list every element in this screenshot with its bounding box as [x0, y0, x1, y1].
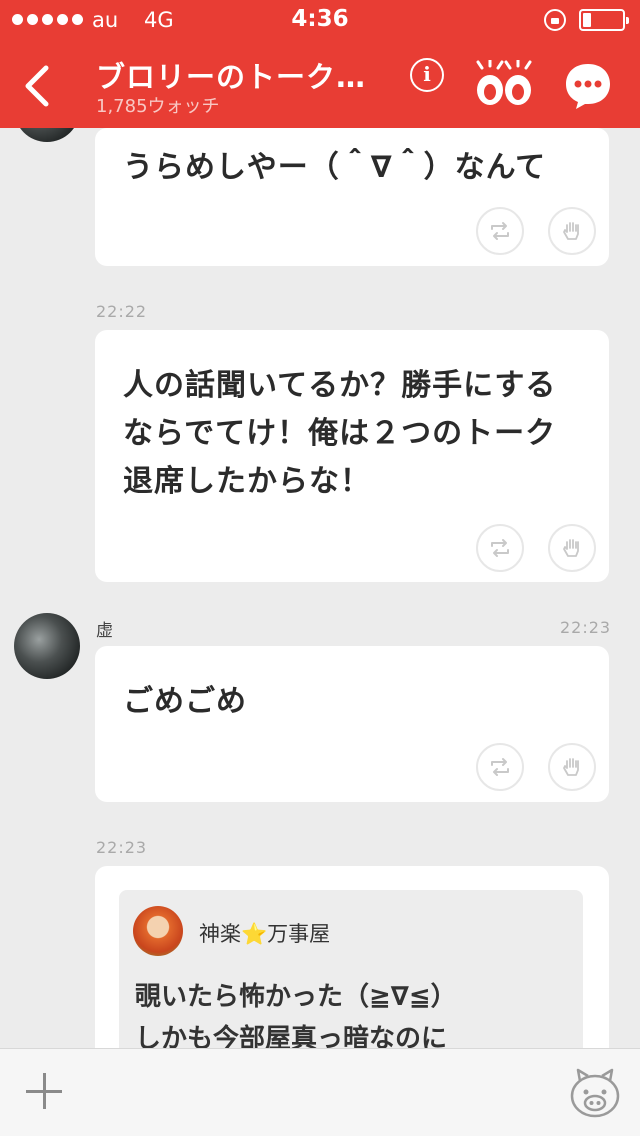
message-card: ごめごめ [95, 646, 609, 802]
like-button[interactable] [548, 207, 596, 255]
eyes-icon [476, 58, 532, 105]
chat-button[interactable] [562, 60, 614, 112]
back-button[interactable] [16, 62, 60, 110]
stamp-button[interactable] [568, 1067, 622, 1119]
info-icon[interactable]: i [410, 58, 444, 92]
status-bar: au 4G 4:36 [0, 0, 640, 40]
hand-icon [563, 222, 579, 240]
hand-icon [563, 758, 579, 776]
avatar[interactable] [14, 613, 80, 679]
repost-button[interactable] [476, 524, 524, 572]
message-timestamp: 22:23 [560, 618, 612, 637]
message-feed[interactable]: うらめしやー（＾∇＾）なんて 22:22 人の話聞いてるか？勝手にするならでてけ… [0, 128, 640, 1048]
watch-button[interactable] [472, 58, 536, 110]
sender-name: 虚 [96, 621, 113, 641]
chevron-left-icon [25, 65, 49, 107]
quoted-text: 覗いたら怖かった（≧∇≦） しかも今部屋真っ暗なのに [135, 982, 457, 1048]
message-timestamp: 22:22 [96, 302, 148, 321]
page-title: ブロリーのトーク… [96, 60, 367, 94]
message-timestamp: 22:23 [96, 838, 148, 857]
message-card: 人の話聞いてるか？勝手にするならでてけ！俺は２つのトーク退席したからな！ [95, 330, 609, 582]
plus-icon[interactable] [26, 1073, 62, 1109]
battery-icon [579, 9, 629, 31]
quoted-message[interactable]: 神楽⭐万事屋 覗いたら怖かった（≧∇≦） しかも今部屋真っ暗なのに [119, 890, 583, 1048]
repost-icon [491, 758, 509, 776]
input-bar [0, 1048, 640, 1136]
hand-icon [563, 539, 579, 557]
message-card: 神楽⭐万事屋 覗いたら怖かった（≧∇≦） しかも今部屋真っ暗なのに [95, 866, 609, 1048]
repost-icon [491, 222, 509, 240]
like-button[interactable] [548, 524, 596, 572]
message-card: うらめしやー（＾∇＾）なんて [95, 128, 609, 266]
watch-count: 1,785ウォッチ [96, 96, 220, 117]
avatar[interactable] [14, 128, 80, 142]
repost-button[interactable] [476, 743, 524, 791]
app-header: au 4G 4:36 ブロリーのトーク… 1,785ウォッチ i [0, 0, 640, 128]
star-icon: ⭐ [241, 922, 268, 946]
message-text: うらめしやー（＾∇＾）なんて [123, 150, 547, 185]
like-button[interactable] [548, 743, 596, 791]
chat-bubble-icon [566, 64, 610, 109]
repost-icon [491, 539, 509, 557]
repost-button[interactable] [476, 207, 524, 255]
message-text: 人の話聞いてるか？勝手にするならでてけ！俺は２つのトーク退席したからな！ [123, 368, 557, 499]
rotation-lock-icon [544, 9, 566, 31]
message-text: ごめごめ [123, 684, 247, 719]
pig-stamp-icon [570, 1068, 620, 1118]
quoted-sender-name: 神楽⭐万事屋 [199, 922, 331, 946]
quoted-avatar [133, 906, 183, 956]
